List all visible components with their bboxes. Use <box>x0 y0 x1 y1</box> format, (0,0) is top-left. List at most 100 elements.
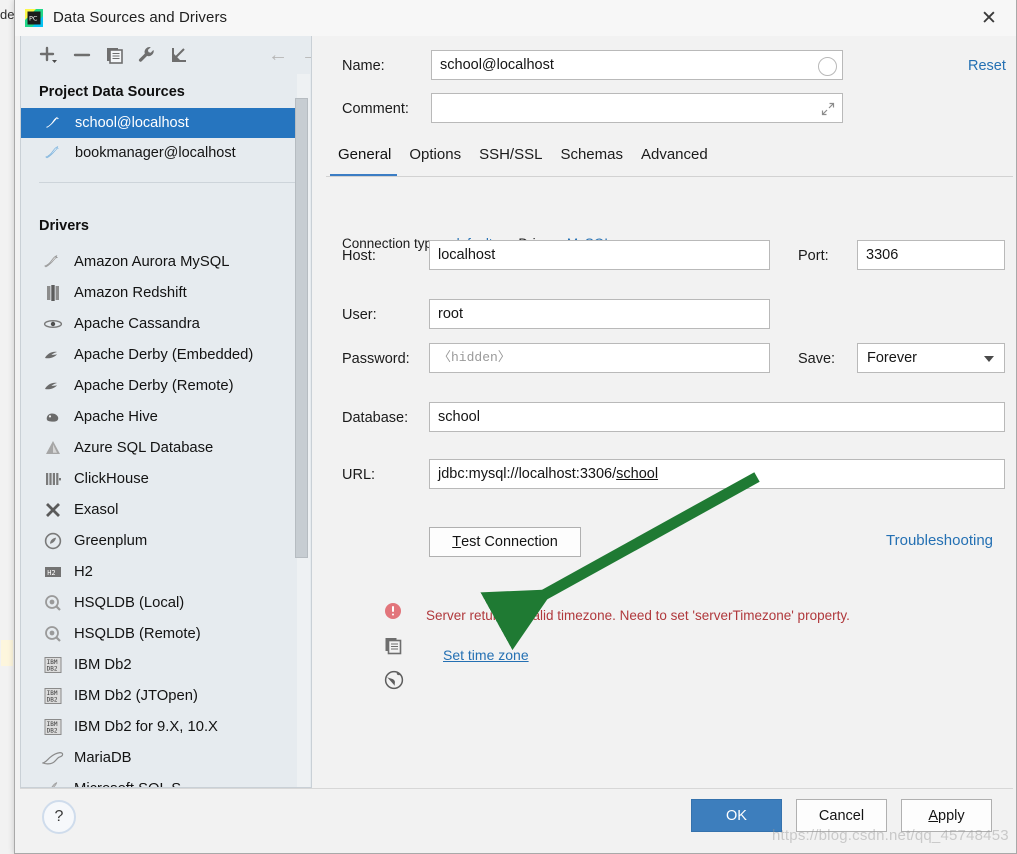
host-input[interactable]: localhost <box>429 240 770 270</box>
close-icon[interactable]: ✕ <box>970 4 1008 32</box>
wrench-icon[interactable] <box>134 42 160 68</box>
driver-list-item[interactable]: Apache Hive <box>21 401 303 432</box>
name-input[interactable]: school@localhost <box>431 50 843 80</box>
driver-label: Azure SQL Database <box>74 439 214 456</box>
save-dropdown[interactable]: Forever <box>857 343 1005 373</box>
import-data-source-button[interactable] <box>166 42 192 68</box>
driver-label: Apache Derby (Remote) <box>74 377 234 394</box>
db2-icon: IBM DB2 <box>41 685 65 707</box>
driver-label: HSQLDB (Remote) <box>74 625 201 642</box>
left-panel-scrollbar-thumb[interactable] <box>295 98 308 558</box>
globe-icon[interactable] <box>384 670 404 693</box>
driver-label: IBM Db2 <box>74 656 132 673</box>
greenplum-icon <box>41 530 65 552</box>
help-button[interactable]: ? <box>42 800 76 834</box>
panel-divider <box>39 182 297 183</box>
driver-list-item[interactable]: HSQLDB (Local) <box>21 587 303 618</box>
driver-list-item[interactable]: Apache Cassandra <box>21 308 303 339</box>
driver-list-item[interactable]: Greenplum <box>21 525 303 556</box>
driver-list-item[interactable]: ClickHouse <box>21 463 303 494</box>
url-input[interactable]: jdbc:mysql://localhost:3306/school <box>429 459 1005 489</box>
data-source-item-bookmanager[interactable]: bookmanager@localhost <box>21 138 303 168</box>
driver-label: Apache Hive <box>74 408 158 425</box>
dialog-title: Data Sources and Drivers <box>53 9 228 26</box>
driver-label: Apache Cassandra <box>74 315 200 332</box>
settings-tabs[interactable]: General Options SSH/SSL Schemas Advanced <box>329 146 717 176</box>
set-time-zone-link[interactable]: Set time zone <box>443 647 529 663</box>
driver-list-item[interactable]: Apache Derby (Remote) <box>21 370 303 401</box>
ide-highlight <box>1 640 13 666</box>
db2-icon: IBM DB2 <box>41 654 65 676</box>
h2-icon: H2 <box>41 561 65 583</box>
driver-list-item[interactable]: IBM DB2 IBM Db2 (JTOpen) <box>21 680 303 711</box>
connection-error-message: Server returns invalid timezone. Need to… <box>426 608 850 623</box>
data-sources-dialog: PC Data Sources and Drivers ✕ ← Project … <box>14 0 1017 854</box>
driver-list-item[interactable]: Exasol <box>21 494 303 525</box>
tab-ssh-ssl[interactable]: SSH/SSL <box>470 146 551 163</box>
driver-list-item[interactable]: MariaDB <box>21 742 303 773</box>
driver-list-item[interactable]: Amazon Aurora MySQL <box>21 246 303 277</box>
db2-icon: IBM DB2 <box>41 716 65 738</box>
mysql-icon <box>43 143 65 163</box>
driver-list-item[interactable]: Amazon Redshift <box>21 277 303 308</box>
driver-label: MariaDB <box>74 749 132 766</box>
url-label: URL: <box>342 467 376 483</box>
test-connection-button[interactable]: Test Connection <box>429 527 581 557</box>
mysql-icon <box>41 251 65 273</box>
azure-icon <box>41 437 65 459</box>
refresh-spinner-icon <box>818 57 837 76</box>
driver-label: Amazon Aurora MySQL <box>74 253 230 270</box>
driver-label: IBM Db2 for 9.X, 10.X <box>74 718 218 735</box>
port-label: Port: <box>798 248 829 264</box>
derby-icon <box>41 344 65 366</box>
driver-list-item[interactable]: Microsoft SQL S <box>21 773 303 788</box>
name-label: Name: <box>342 58 385 74</box>
derby-icon <box>41 375 65 397</box>
driver-list-item[interactable]: H2 H2 <box>21 556 303 587</box>
error-icon <box>384 602 402 623</box>
hsqldb-icon <box>41 623 65 645</box>
reset-link[interactable]: Reset <box>968 58 1006 74</box>
driver-list-item[interactable]: HSQLDB (Remote) <box>21 618 303 649</box>
svg-text:DB2: DB2 <box>47 665 58 672</box>
troubleshooting-link[interactable]: Troubleshooting <box>886 532 993 549</box>
user-input[interactable]: root <box>429 299 770 329</box>
navigate-forward-button[interactable]: → <box>298 42 311 68</box>
chevron-down-icon <box>984 356 994 362</box>
left-panel-toolbar: ← → <box>21 36 311 74</box>
driver-label: Apache Derby (Embedded) <box>74 346 254 363</box>
url-value-prefix: jdbc:mysql://localhost:3306/ <box>438 466 617 482</box>
drivers-header: Drivers <box>39 218 89 234</box>
data-source-item-school[interactable]: school@localhost <box>21 108 303 138</box>
svg-text:DB2: DB2 <box>47 696 58 703</box>
data-sources-list-panel: ← → Project Data Sources school@localhos… <box>20 36 312 788</box>
port-input[interactable]: 3306 <box>857 240 1005 270</box>
duplicate-data-source-button[interactable] <box>102 42 128 68</box>
test-connection-label: est Connection <box>461 534 558 550</box>
comment-input[interactable] <box>431 93 843 123</box>
driver-list-item[interactable]: Azure SQL Database <box>21 432 303 463</box>
tab-advanced[interactable]: Advanced <box>632 146 717 163</box>
copy-icon[interactable] <box>384 636 403 658</box>
driver-label: Microsoft SQL S <box>74 781 181 788</box>
remove-data-source-button[interactable] <box>69 42 95 68</box>
left-panel-scroll-area[interactable]: Project Data Sources school@localhost bo… <box>21 74 311 788</box>
hive-icon <box>41 406 65 428</box>
driver-list-item[interactable]: Apache Derby (Embedded) <box>21 339 303 370</box>
tab-options[interactable]: Options <box>400 146 470 163</box>
driver-list-item[interactable]: IBM DB2 IBM Db2 for 9.X, 10.X <box>21 711 303 742</box>
ok-button[interactable]: OK <box>691 799 782 832</box>
database-input[interactable]: school <box>429 402 1005 432</box>
mysql-icon <box>43 113 65 133</box>
navigate-back-button[interactable]: ← <box>265 42 291 68</box>
database-label: Database: <box>342 410 409 426</box>
driver-list-item[interactable]: IBM DB2 IBM Db2 <box>21 649 303 680</box>
add-data-source-button[interactable] <box>35 42 61 68</box>
driver-label: HSQLDB (Local) <box>74 594 185 611</box>
password-input[interactable]: 〈hidden〉 <box>429 343 770 373</box>
svg-text:H2: H2 <box>47 569 55 577</box>
expand-icon[interactable] <box>820 101 836 120</box>
left-panel-scrollbar-track[interactable] <box>295 74 310 787</box>
tab-general[interactable]: General <box>329 146 400 163</box>
tab-schemas[interactable]: Schemas <box>551 146 632 163</box>
